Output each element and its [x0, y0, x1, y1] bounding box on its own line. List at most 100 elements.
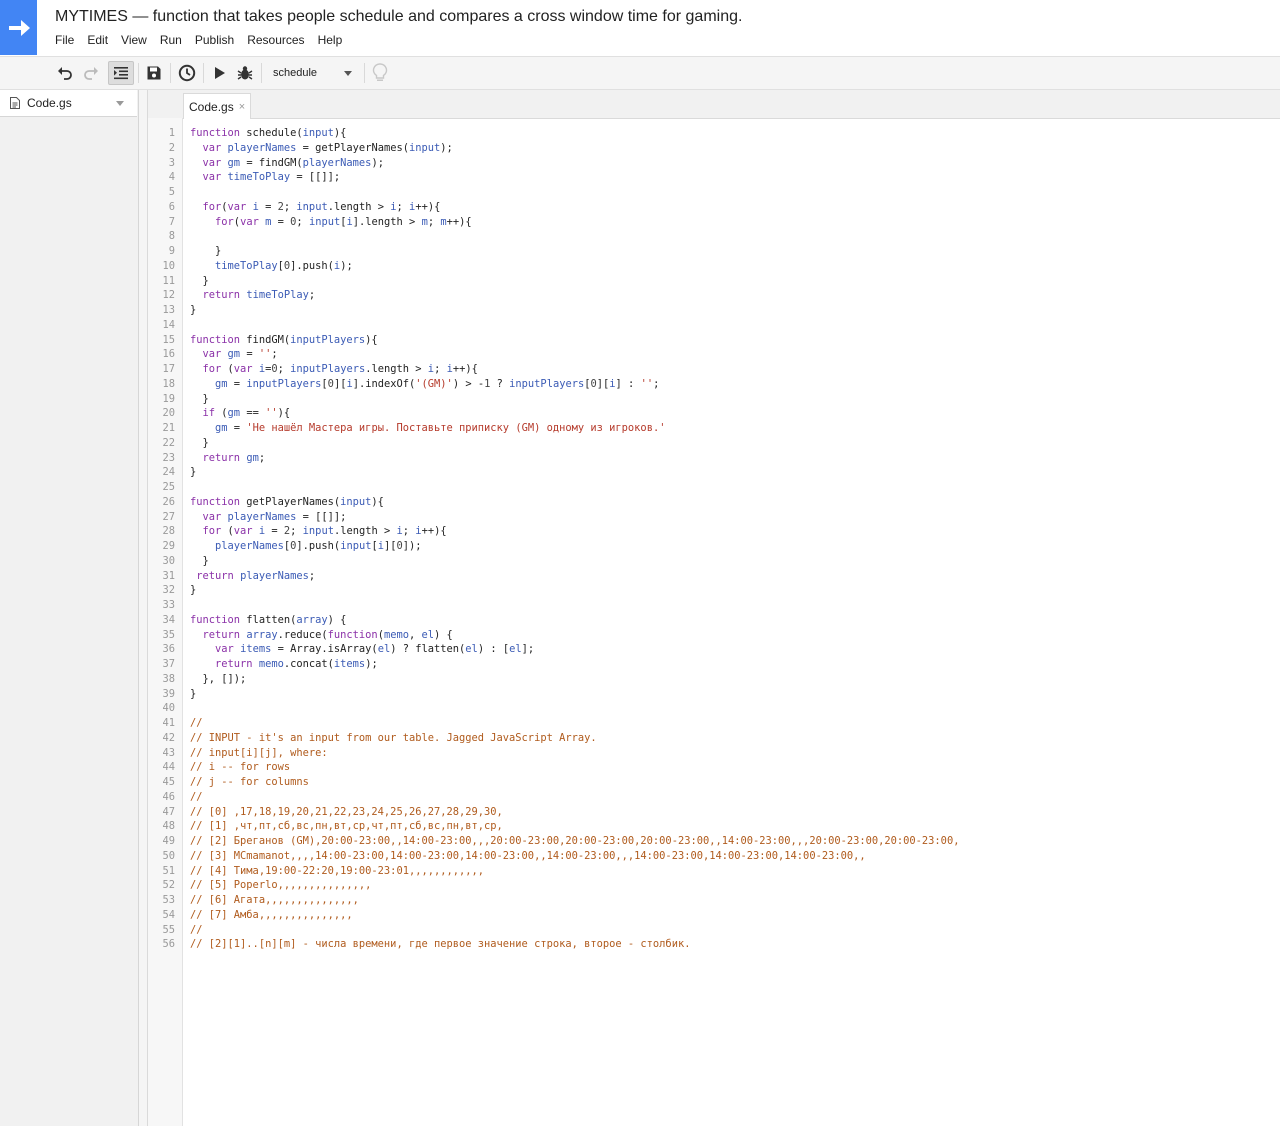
- code-token: // [7] Амба,,,,,,,,,,,,,,,: [190, 908, 353, 921]
- code-token: input: [340, 540, 372, 552]
- code-line[interactable]: 51 // [4] Тима,19:00-22:20,19:00-23:01,,,…: [148, 864, 1280, 879]
- code-line[interactable]: 5: [148, 185, 1280, 200]
- code-line[interactable]: 15 function findGM(inputPlayers){: [148, 333, 1280, 348]
- line-number: 31: [162, 569, 175, 582]
- code-line[interactable]: 1 function schedule(input){: [148, 126, 1280, 141]
- code-line[interactable]: 43 // input[i][j], where:: [148, 746, 1280, 761]
- menu-edit[interactable]: Edit: [87, 33, 108, 47]
- code-token: return: [190, 658, 253, 670]
- code-line[interactable]: 36 var items = Array.isArray(el) ? flatt…: [148, 642, 1280, 657]
- triggers-button[interactable]: [175, 61, 199, 85]
- code-line[interactable]: 13}: [148, 303, 1280, 318]
- code-line[interactable]: 3 var gm = findGM(playerNames);: [148, 156, 1280, 171]
- code-line[interactable]: 27 var playerNames = [[]];: [148, 510, 1280, 525]
- code-line[interactable]: 8: [148, 229, 1280, 244]
- code-token: findGM(: [240, 333, 291, 346]
- code-line[interactable]: 4 var timeToPlay = [[]];: [148, 170, 1280, 185]
- code-token: input: [302, 525, 334, 538]
- code-line[interactable]: 23 return gm;: [148, 451, 1280, 466]
- function-select[interactable]: schedule: [266, 62, 358, 84]
- line-number: 42: [162, 731, 175, 744]
- code-line[interactable]: 37 return memo.concat(items);: [148, 657, 1280, 672]
- code-token: for: [190, 215, 234, 228]
- menu-file[interactable]: File: [55, 33, 74, 47]
- code-line[interactable]: 32}: [148, 583, 1280, 598]
- menu-publish[interactable]: Publish: [195, 33, 234, 47]
- code-token: ,: [408, 628, 422, 641]
- code-line[interactable]: 48 // [1] ,чт,пт,сб,вс,пн,вт,ср,чт,пт,сб,…: [148, 819, 1280, 834]
- execution-hints-button[interactable]: [368, 61, 392, 85]
- code-line[interactable]: 17 for (var i=0; inputPlayers.length > i…: [148, 362, 1280, 377]
- code-line[interactable]: 14: [148, 318, 1280, 333]
- file-item-code-gs[interactable]: Code.gs: [0, 90, 137, 117]
- code-line[interactable]: 9 }: [148, 244, 1280, 259]
- run-button[interactable]: [209, 61, 231, 85]
- code-line[interactable]: 38 }, []);: [148, 672, 1280, 687]
- file-menu-caret-icon[interactable]: [116, 100, 124, 106]
- code-line[interactable]: 26 function getPlayerNames(input){: [148, 495, 1280, 510]
- code-line[interactable]: 35 return array.reduce(function(memo, el…: [148, 628, 1280, 643]
- menu-help[interactable]: Help: [318, 33, 343, 47]
- code-line[interactable]: 21 gm = 'Не нашёл Мастера игры. Поставьт…: [148, 421, 1280, 436]
- code-line[interactable]: 50 // [3] MCmamanot,,,,14:00-23:00,14:00-…: [148, 849, 1280, 864]
- pane-divider[interactable]: [139, 90, 147, 1126]
- save-button[interactable]: [142, 61, 166, 85]
- code-line[interactable]: 42 // INPUT - it's an input from our tabl…: [148, 731, 1280, 746]
- code-line[interactable]: 45 // j -- for columns: [148, 775, 1280, 790]
- code-line[interactable]: 46 //: [148, 790, 1280, 805]
- code-line[interactable]: 11 }: [148, 274, 1280, 289]
- code-line[interactable]: 52 // [5] Poperlo,,,,,,,,,,,,,,,: [148, 878, 1280, 893]
- menu-run[interactable]: Run: [160, 33, 182, 47]
- redo-button[interactable]: [79, 61, 103, 85]
- code-line[interactable]: 28 for (var i = 2; input.length > i; i++…: [148, 524, 1280, 539]
- tab-code-gs[interactable]: Code.gs ×: [183, 93, 252, 119]
- code-line[interactable]: 55 //: [148, 923, 1280, 938]
- code-token: // i -- for rows: [190, 761, 291, 774]
- code-area[interactable]: 1 function schedule(input){2 var playerNa…: [148, 126, 1280, 952]
- code-line[interactable]: 56 // [2][1]..[n][m] - числа времени, где…: [148, 937, 1280, 952]
- code-line[interactable]: 33: [148, 598, 1280, 613]
- code-token: items: [333, 658, 366, 670]
- apps-script-logo[interactable]: [0, 0, 37, 55]
- code-line[interactable]: 39}: [148, 687, 1280, 702]
- tab-close-icon[interactable]: ×: [239, 101, 245, 113]
- code-line[interactable]: 54 // [7] Амба,,,,,,,,,,,,,,,: [148, 908, 1280, 923]
- code-token: memo: [258, 658, 284, 670]
- code-line[interactable]: 40: [148, 701, 1280, 716]
- code-line[interactable]: 6 for(var i = 2; input.length > i; i++){: [148, 200, 1280, 215]
- menu-resources[interactable]: Resources: [247, 33, 304, 47]
- code-editor[interactable]: Code.gs × 1 function schedule(input){2 va…: [147, 90, 1280, 1126]
- code-line[interactable]: 2 var playerNames = getPlayerNames(input…: [148, 141, 1280, 156]
- code-line[interactable]: 19 }: [148, 392, 1280, 407]
- code-line[interactable]: 47 // [0] ,17,18,19,20,21,22,23,24,25,26,…: [148, 805, 1280, 820]
- code-line[interactable]: 34 function flatten(array) {: [148, 613, 1280, 628]
- code-line[interactable]: 16 var gm = '';: [148, 347, 1280, 362]
- undo-button[interactable]: [53, 61, 77, 85]
- code-text: // j -- for columns: [190, 775, 309, 790]
- code-line[interactable]: 12 return timeToPlay;: [148, 288, 1280, 303]
- code-text: var gm = '';: [190, 347, 278, 362]
- code-line[interactable]: 20 if (gm == ''){: [148, 406, 1280, 421]
- code-line[interactable]: 18 gm = inputPlayers[0][i].indexOf('(GM)…: [148, 377, 1280, 392]
- code-token: el: [509, 643, 522, 656]
- code-line[interactable]: 29 playerNames[0].push(input[i][0]);: [148, 539, 1280, 554]
- code-line[interactable]: 25: [148, 480, 1280, 495]
- code-line[interactable]: 10 timeToPlay[0].push(i);: [148, 259, 1280, 274]
- code-token: ][: [596, 377, 610, 390]
- menu-view[interactable]: View: [121, 33, 147, 47]
- debug-button[interactable]: [233, 61, 257, 85]
- line-number: 25: [162, 481, 175, 493]
- code-line[interactable]: 53 // [6] Агата,,,,,,,,,,,,,,,: [148, 893, 1280, 908]
- code-line[interactable]: 24}: [148, 465, 1280, 480]
- line-number: 38: [162, 672, 175, 685]
- code-line[interactable]: 44 // i -- for rows: [148, 760, 1280, 775]
- code-line[interactable]: 22 }: [148, 436, 1280, 451]
- project-title[interactable]: MYTIMES — function that takes people sch…: [55, 8, 742, 26]
- indent-toggle[interactable]: [108, 61, 134, 85]
- code-line[interactable]: 41 //: [148, 716, 1280, 731]
- code-line[interactable]: 49 // [2] Бреганов (GM),20:00-23:00,,14:0…: [148, 834, 1280, 849]
- code-token: }: [190, 584, 197, 597]
- code-line[interactable]: 7 for(var m = 0; input[i].length > m; m+…: [148, 215, 1280, 230]
- code-line[interactable]: 31 return playerNames;: [148, 569, 1280, 584]
- code-line[interactable]: 30 }: [148, 554, 1280, 569]
